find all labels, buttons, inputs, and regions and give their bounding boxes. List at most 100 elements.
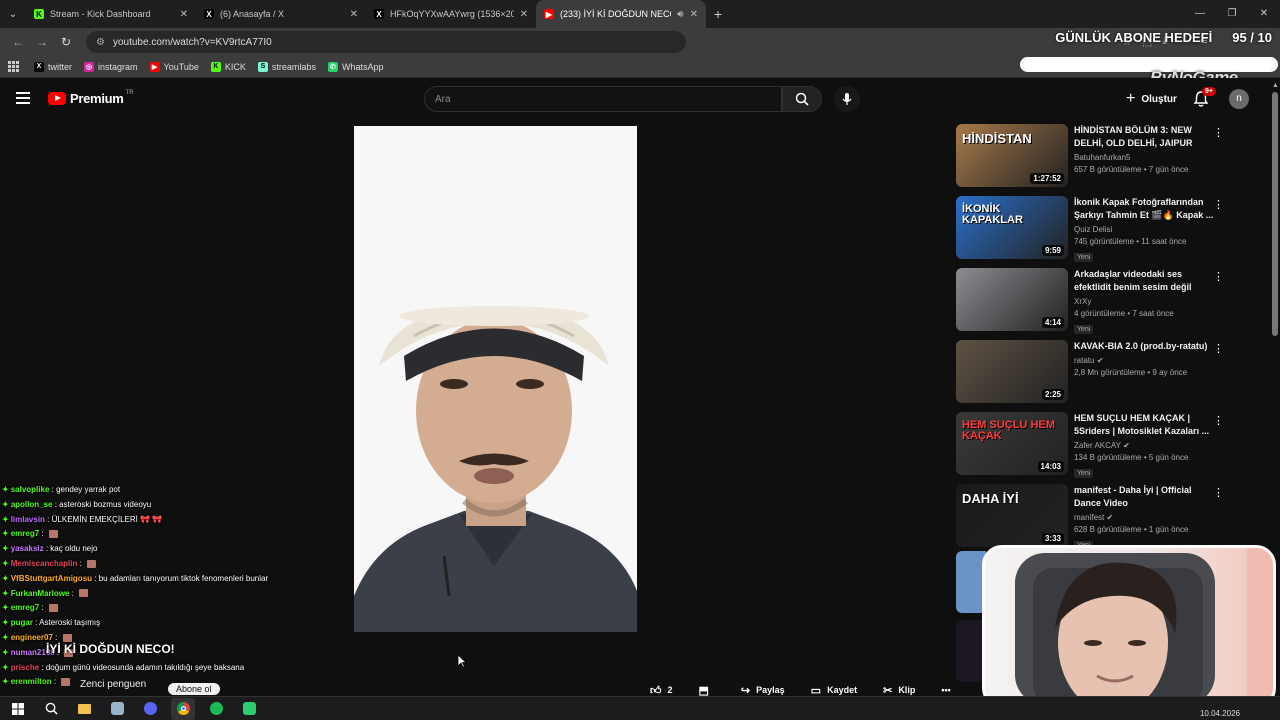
chat-username[interactable]: emreg7 <box>11 529 39 538</box>
video-thumbnail[interactable]: HEM SUÇLU HEM KAÇAK 14:03 <box>956 412 1068 475</box>
new-tab-button[interactable]: + <box>706 6 730 22</box>
channel-name[interactable]: Zafer AKCAY ✔︎ <box>1074 441 1214 450</box>
recommendation-item[interactable]: HİNDİSTAN 1:27:52 HİNDİSTAN BÖLÜM 3: NEW… <box>956 124 1226 188</box>
start-windows-icon[interactable] <box>6 698 30 720</box>
browser-tab[interactable]: ▶ (233) İYİ Kİ DOĞDUN NECO 🔊︎ ✕ <box>536 0 706 28</box>
tab-close-icon[interactable]: ✕ <box>350 9 358 20</box>
channel-name[interactable]: XrXy <box>1074 297 1214 306</box>
youtube-logo[interactable]: Premium TR <box>48 90 134 106</box>
tab-close-icon[interactable]: ✕ <box>690 9 698 20</box>
discord-icon[interactable] <box>138 698 162 720</box>
chat-username[interactable]: apollon_se <box>11 500 53 509</box>
search-input[interactable] <box>435 93 781 105</box>
search-button[interactable] <box>782 86 822 112</box>
menu-icon[interactable] <box>16 92 30 104</box>
video-title[interactable]: HİNDİSTAN BÖLÜM 3: NEW DELHİ, OLD DELHİ,… <box>1074 124 1214 150</box>
browser-tab[interactable]: X HFkOqYYXwAAYwrg (1536×20 ✕ <box>366 0 536 28</box>
more-options-icon[interactable]: ⋮ <box>1213 270 1224 283</box>
browser-tab[interactable]: X (6) Anasayfa / X ✕ <box>196 0 366 28</box>
spotify-icon[interactable] <box>204 698 228 720</box>
video-title[interactable]: HEM SUÇLU HEM KAÇAK | 5Sriders | Motosik… <box>1074 412 1214 438</box>
restore-icon[interactable]: ❐ <box>1216 0 1248 28</box>
video-thumbnail[interactable]: 2:25 <box>956 340 1068 403</box>
chat-username[interactable]: VfBStuttgartAmigosu <box>11 574 92 583</box>
chat-username[interactable]: Memiscanchaplin <box>11 559 78 568</box>
channel-name[interactable]: manifest ✔︎ <box>1074 513 1214 522</box>
page-scrollbar[interactable] <box>1272 92 1278 336</box>
goal-count: 95 / 10 <box>1232 30 1272 45</box>
forward-icon[interactable]: → <box>30 35 54 49</box>
chat-message: ✦ emreg7 : <box>2 601 282 616</box>
close-window-icon[interactable]: ✕ <box>1248 0 1280 28</box>
recommendation-item[interactable]: 2:25 KAVAK-BIA 2.0 (prod.by-ratatu) rata… <box>956 340 1226 404</box>
address-bar[interactable]: ⚙ youtube.com/watch?v=KV9rtcA77I0 <box>86 31 686 53</box>
more-options-icon[interactable]: ⋮ <box>1213 414 1224 427</box>
bookmark-twitter[interactable]: X twitter <box>34 61 72 72</box>
thumbnail-text: İKONİK KAPAKLAR <box>962 203 1023 226</box>
more-options-icon[interactable]: ⋮ <box>1213 198 1224 211</box>
recommendation-item[interactable]: HEM SUÇLU HEM KAÇAK 14:03 HEM SUÇLU HEM … <box>956 412 1226 478</box>
subscribe-button[interactable]: Abone ol <box>168 683 220 695</box>
recommendation-item[interactable]: DAHA İYİ 3:33 manifest - Daha İyi | Offi… <box>956 484 1226 550</box>
reload-icon[interactable]: ↻ <box>54 35 78 49</box>
create-button[interactable]: + Oluştur <box>1116 87 1187 111</box>
channel-name[interactable]: Zenci penguen <box>80 679 146 690</box>
channel-name[interactable]: Quiz Delisi <box>1074 225 1214 234</box>
back-icon[interactable]: ← <box>6 35 30 49</box>
chat-username[interactable]: emreg7 <box>11 603 39 612</box>
video-thumbnail[interactable]: 4:14 <box>956 268 1068 331</box>
chat-text: doğum günü videosunda adamın takıldığı ş… <box>45 662 245 672</box>
chat-separator: : <box>52 632 60 642</box>
bookmark-instagram[interactable]: ◎ instagram <box>84 61 138 72</box>
emote-icon <box>87 559 97 568</box>
tab-search-chevron-icon[interactable]: ⌄ <box>0 0 26 28</box>
video-meta: 628 B görüntüleme • 1 gün önce <box>1074 525 1189 534</box>
tab-audio-icon[interactable]: 🔊︎ <box>677 9 683 20</box>
video-title[interactable]: manifest - Daha İyi | Official Dance Vid… <box>1074 484 1214 510</box>
recommendation-item[interactable]: 4:14 Arkadaşlar videodaki ses efektlidit… <box>956 268 1226 334</box>
chat-username[interactable]: FurkanMarlowe <box>11 589 70 598</box>
x-icon: X <box>34 61 44 72</box>
minimize-icon[interactable]: — <box>1184 0 1216 28</box>
chat-username[interactable]: engineer07 <box>11 633 53 642</box>
video-title[interactable]: İkonik Kapak Fotoğraflarından Şarkıyı Ta… <box>1074 196 1214 222</box>
chat-username[interactable]: limlavsin <box>11 515 45 524</box>
bookmark-youtube[interactable]: ▶ YouTube <box>149 61 199 72</box>
video-title[interactable]: KAVAK-BIA 2.0 (prod.by-ratatu) <box>1074 340 1214 353</box>
voice-search-button[interactable] <box>834 86 860 112</box>
chat-username[interactable]: erenmilton <box>11 677 52 686</box>
bookmark-whatsapp[interactable]: ✆ WhatsApp <box>327 61 383 72</box>
more-options-icon[interactable]: ⋮ <box>1213 486 1224 499</box>
video-title[interactable]: Arkadaşlar videodaki ses efektlidit beni… <box>1074 268 1214 294</box>
video-thumbnail[interactable]: DAHA İYİ 3:33 <box>956 484 1068 547</box>
scroll-up-icon[interactable]: ▲ <box>1272 82 1279 89</box>
site-info-icon[interactable]: ⚙ <box>96 37 105 48</box>
chat-username[interactable]: yasaksiz <box>11 544 44 553</box>
bookmark-streamlabs[interactable]: S streamlabs <box>257 61 316 72</box>
browser-tab[interactable]: K Stream - Kick Dashboard ✕ <box>26 0 196 28</box>
tab-close-icon[interactable]: ✕ <box>520 9 528 20</box>
goal-title: GÜNLÜK ABONE HEDEFİ <box>1055 30 1213 45</box>
bookmark-kick[interactable]: K KICK <box>210 61 246 72</box>
account-avatar[interactable]: n <box>1229 89 1249 109</box>
chrome-icon[interactable] <box>171 697 195 720</box>
chat-username[interactable]: salvoplike <box>11 485 50 494</box>
taskbar-search-icon[interactable] <box>39 698 63 720</box>
more-options-icon[interactable]: ⋮ <box>1213 342 1224 355</box>
chat-badge-icon: ✦ <box>2 544 9 554</box>
tab-close-icon[interactable]: ✕ <box>180 9 188 20</box>
streaming-app-icon[interactable] <box>237 698 261 720</box>
more-options-icon[interactable]: ⋮ <box>1213 126 1224 139</box>
app-icon[interactable] <box>105 698 129 720</box>
recommendation-item[interactable]: İKONİK KAPAKLAR 9:59 İkonik Kapak Fotoğr… <box>956 196 1226 262</box>
channel-name[interactable]: ratatu ✔︎ <box>1074 356 1214 365</box>
video-player[interactable] <box>354 126 637 632</box>
file-explorer-icon[interactable] <box>72 698 96 720</box>
video-duration: 2:25 <box>1041 389 1064 400</box>
apps-grid-icon[interactable] <box>8 60 20 73</box>
chat-username[interactable]: prische <box>11 663 39 672</box>
channel-name[interactable]: Batuhanfurkan5 <box>1074 153 1214 162</box>
chat-username[interactable]: pugar <box>11 618 33 627</box>
video-thumbnail[interactable]: HİNDİSTAN 1:27:52 <box>956 124 1068 187</box>
video-thumbnail[interactable]: İKONİK KAPAKLAR 9:59 <box>956 196 1068 259</box>
